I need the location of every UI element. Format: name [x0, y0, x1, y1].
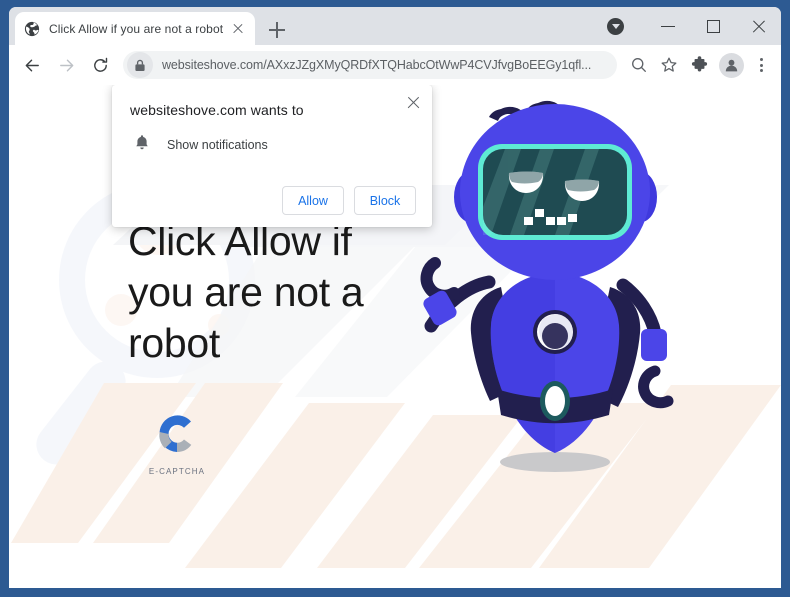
captcha-logo: E-CAPTCHA	[134, 410, 220, 476]
person-avatar-icon[interactable]	[719, 52, 744, 78]
permission-label: Show notifications	[167, 138, 268, 152]
browser-tab[interactable]: Click Allow if you are not a robot	[15, 12, 255, 45]
robot-chest-light	[533, 310, 577, 354]
tab-strip: Click Allow if you are not a robot	[9, 7, 781, 45]
arrow-left-icon	[25, 59, 39, 71]
page-content: Click Allow if you are not a robot E-CAP…	[9, 85, 781, 588]
new-tab-button[interactable]	[265, 18, 289, 42]
arrow-right-icon	[59, 59, 73, 71]
back-button[interactable]	[17, 50, 47, 80]
lock-icon[interactable]	[127, 52, 153, 78]
dialog-actions: Allow Block	[128, 186, 416, 217]
close-icon[interactable]	[230, 21, 246, 37]
confused-robot-mascot	[420, 100, 674, 472]
robot-visor	[478, 144, 632, 240]
close-window-button[interactable]	[736, 7, 781, 45]
allow-button[interactable]: Allow	[282, 186, 344, 215]
three-dots-icon[interactable]	[749, 51, 773, 79]
magnifier-icon[interactable]	[625, 51, 653, 79]
puzzle-piece-icon[interactable]	[685, 51, 713, 79]
reload-icon	[93, 57, 107, 72]
globe-icon	[24, 21, 40, 37]
download-arrow-icon[interactable]	[607, 17, 624, 35]
address-bar[interactable]: websiteshove.com/AXxzJZgXMyQRDfXTQHabcOt…	[123, 51, 617, 79]
block-button[interactable]: Block	[354, 186, 416, 215]
browser-toolbar: websiteshove.com/AXxzJZgXMyQRDfXTQHabcOt…	[9, 45, 781, 85]
close-icon[interactable]	[405, 94, 422, 111]
tab-title: Click Allow if you are not a robot	[49, 21, 224, 36]
notification-permission-dialog: websiteshove.com wants to Show notificat…	[112, 85, 432, 227]
permission-row: Show notifications	[134, 134, 416, 156]
dialog-title: websiteshove.com wants to	[130, 102, 304, 118]
browser-chrome: Click Allow if you are not a robot websi…	[9, 7, 781, 588]
forward-button[interactable]	[51, 50, 81, 80]
star-icon[interactable]	[655, 51, 683, 79]
page-title: Click Allow if you are not a robot	[128, 218, 364, 366]
window-controls	[607, 7, 781, 45]
maximize-button[interactable]	[691, 7, 736, 45]
bell-icon	[134, 134, 151, 156]
c-letter-logo	[159, 415, 192, 452]
minimize-button[interactable]	[646, 7, 691, 45]
robot-body-shade	[490, 273, 555, 453]
browser-window: Click Allow if you are not a robot websi…	[0, 0, 790, 597]
url-text[interactable]: websiteshove.com/AXxzJZgXMyQRDfXTQHabcOt…	[153, 58, 617, 72]
captcha-caption: E-CAPTCHA	[148, 467, 206, 476]
reload-button[interactable]	[85, 50, 115, 80]
robot-shadow	[500, 452, 610, 472]
